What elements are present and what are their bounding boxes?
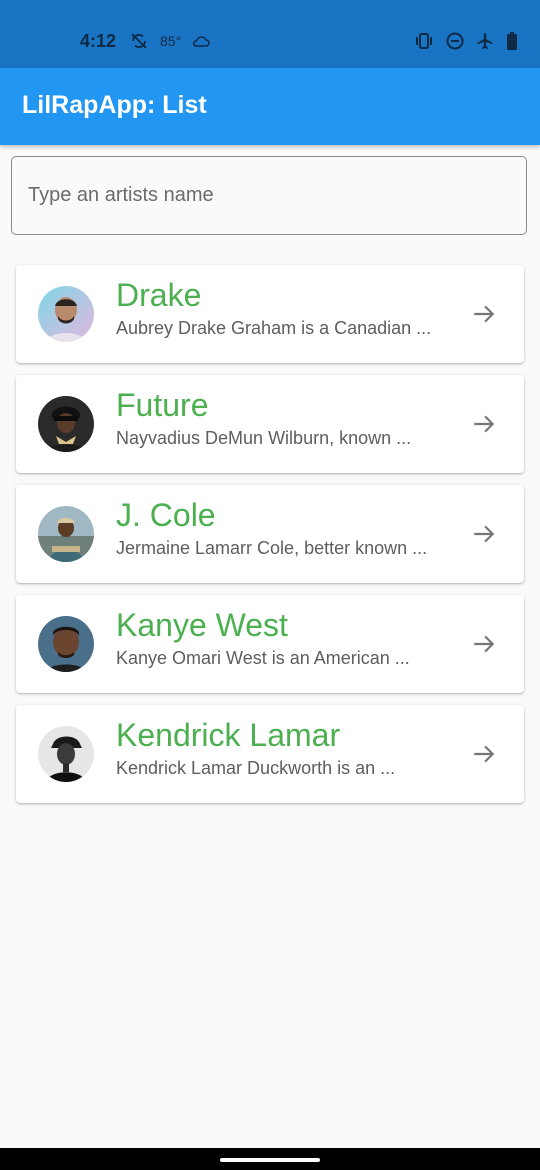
battery-icon	[507, 32, 517, 50]
artist-description: Aubrey Drake Graham is a Canadian ...	[116, 318, 432, 338]
do-not-disturb-icon	[446, 32, 464, 50]
artist-description: Nayvadius DeMun Wilburn, known ...	[116, 428, 412, 448]
artist-card-drake[interactable]: Drake Aubrey Drake Graham is a Canadian …	[16, 265, 524, 363]
artist-avatar-future	[38, 396, 94, 452]
artist-avatar-drake	[38, 286, 94, 342]
artist-name: Kendrick Lamar	[116, 717, 341, 753]
app-bar-title: LilRapApp: List	[22, 91, 207, 119]
status-temperature: 85°	[160, 33, 182, 49]
artist-card-kendrick-lamar[interactable]: Kendrick Lamar Kendrick Lamar Duckworth …	[16, 705, 524, 803]
artist-avatar-j-cole	[38, 506, 94, 562]
artist-description: Kanye Omari West is an American ...	[116, 648, 410, 668]
artist-avatar-kanye-west	[38, 616, 94, 672]
artist-search-input[interactable]	[12, 157, 526, 234]
artist-card-future[interactable]: Future Nayvadius DeMun Wilburn, known ..…	[16, 375, 524, 473]
artist-search-field[interactable]	[11, 156, 527, 235]
artist-name: J. Cole	[116, 497, 216, 533]
arrow-forward-icon[interactable]	[471, 411, 497, 437]
arrow-forward-icon[interactable]	[471, 521, 497, 547]
artist-name: Future	[116, 387, 209, 423]
arrow-forward-icon[interactable]	[471, 301, 497, 327]
arrow-forward-icon[interactable]	[471, 631, 497, 657]
cloud-icon	[193, 36, 210, 47]
system-navigation-bar	[0, 1148, 540, 1170]
artist-name: Kanye West	[116, 607, 288, 643]
airplane-mode-icon	[477, 33, 493, 49]
status-time: 4:12	[80, 31, 117, 51]
artist-description: Kendrick Lamar Duckworth is an ...	[116, 758, 396, 778]
home-gesture-handle[interactable]	[220, 1158, 320, 1162]
artist-description: Jermaine Lamarr Cole, better known ...	[116, 538, 428, 558]
artist-avatar-kendrick-lamar	[38, 726, 94, 782]
arrow-forward-icon[interactable]	[471, 741, 497, 767]
artist-card-kanye-west[interactable]: Kanye West Kanye Omari West is an Americ…	[16, 595, 524, 693]
status-bar: 4:12 85°	[0, 0, 540, 68]
artist-name: Drake	[116, 277, 202, 313]
artist-card-j-cole[interactable]: J. Cole Jermaine Lamarr Cole, better kno…	[16, 485, 524, 583]
app-bar: LilRapApp: List	[0, 68, 540, 145]
sync-off-icon	[131, 33, 147, 49]
vibrate-icon	[416, 33, 432, 49]
